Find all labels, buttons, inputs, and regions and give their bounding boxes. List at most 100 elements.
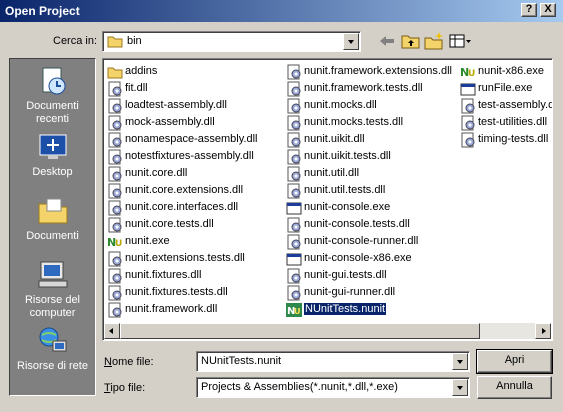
filetype-dropdown-button[interactable] (452, 379, 468, 396)
file-item[interactable]: runFile.exe (458, 80, 552, 97)
place-documents[interactable]: Documenti (10, 195, 95, 243)
close-button[interactable]: X (540, 3, 556, 17)
file-item[interactable]: addins (105, 63, 285, 80)
file-name: test-utilities.dll (478, 116, 548, 128)
file-item[interactable]: nunit.mocks.dll (284, 97, 460, 114)
file-item[interactable]: nunit.util.tests.dll (284, 182, 460, 199)
help-button[interactable]: ? (521, 3, 537, 17)
file-item[interactable]: timing-tests.dll (458, 131, 552, 148)
file-item[interactable]: nunit.util.dll (284, 165, 460, 182)
filename-label-accel: N (104, 356, 112, 368)
dll-file-icon (108, 285, 122, 301)
file-name: nunit.uikit.tests.dll (304, 150, 391, 162)
file-item[interactable]: nunit-console.tests.dll (284, 216, 460, 233)
file-item[interactable]: nunit-gui-runner.dll (284, 284, 460, 301)
file-name: nunit.exe (125, 235, 170, 247)
file-item[interactable]: N Ununit-x86.exe (458, 63, 552, 80)
file-column-3: N Ununit-x86.exe runFile.exe test-assembly.… (458, 63, 552, 148)
file-name: nunit.framework.extensions.dll (304, 65, 452, 77)
file-list[interactable]: addins fit.dll loadtest-assembly.dll mock-a… (102, 58, 553, 341)
file-item[interactable]: loadtest-assembly.dll (105, 97, 285, 114)
places-bar: Documenti recenti Desktop Documenti Riso… (9, 58, 96, 396)
file-item[interactable]: nunit-gui.tests.dll (284, 267, 460, 284)
dll-file-icon (108, 81, 122, 97)
place-desktop[interactable]: Desktop (10, 131, 95, 179)
filetype-combo[interactable]: Projects & Assemblies(*.nunit,*.dll,*.ex… (196, 377, 470, 398)
lookin-dropdown-button[interactable] (343, 33, 359, 50)
file-name: timing-tests.dll (478, 133, 549, 145)
dll-file-icon (287, 132, 301, 148)
file-item[interactable]: nunit-console-x86.exe (284, 250, 460, 267)
file-item[interactable]: notestfixtures-assembly.dll (105, 148, 285, 165)
file-item-selected[interactable]: N U NUnitTests.nunit (284, 301, 460, 318)
dll-file-icon (461, 98, 475, 114)
file-item[interactable]: mock-assembly.dll (105, 114, 285, 131)
place-network[interactable]: Risorse di rete (10, 325, 95, 373)
horizontal-scrollbar[interactable] (104, 323, 551, 339)
file-name: mock-assembly.dll (125, 116, 215, 128)
nunit-app-icon: NU (460, 66, 475, 79)
file-item[interactable]: test-utilities.dll (458, 114, 552, 131)
open-button[interactable]: Apri (476, 349, 553, 374)
filetype-label: Tipo file: (104, 382, 145, 394)
dll-file-icon (108, 149, 122, 165)
file-item[interactable]: nonamespace-assembly.dll (105, 131, 285, 148)
file-item[interactable]: nunit.framework.extensions.dll (284, 63, 460, 80)
back-icon[interactable] (376, 31, 398, 51)
place-recent-documents[interactable]: Documenti recenti (10, 65, 95, 126)
file-item[interactable]: nunit.uikit.tests.dll (284, 148, 460, 165)
file-item[interactable]: nunit.framework.dll (105, 301, 285, 318)
dll-file-icon (287, 166, 301, 182)
file-item[interactable]: test-assembly.dll (458, 97, 552, 114)
file-name: NUnitTests.nunit (302, 302, 388, 316)
scroll-left-button[interactable] (104, 323, 120, 339)
file-item[interactable]: nunit.fixtures.dll (105, 267, 285, 284)
file-item[interactable]: nunit.mocks.tests.dll (284, 114, 460, 131)
dll-file-icon (287, 98, 301, 114)
dll-file-icon (108, 200, 122, 216)
filename-dropdown-button[interactable] (452, 353, 468, 370)
file-item[interactable]: nunit.core.dll (105, 165, 285, 182)
file-name: nunit.core.dll (125, 167, 188, 179)
dll-file-icon (287, 217, 301, 233)
up-folder-icon[interactable] (400, 31, 422, 51)
dll-file-icon (287, 115, 301, 131)
nunit-app-icon: NU (107, 236, 122, 249)
dll-file-icon (287, 268, 301, 284)
cancel-button[interactable]: Annulla (477, 376, 552, 399)
file-name: fit.dll (125, 82, 148, 94)
svg-text:U: U (468, 69, 475, 79)
dll-file-icon (287, 64, 301, 80)
file-item[interactable]: nunit.uikit.dll (284, 131, 460, 148)
place-my-computer[interactable]: Risorse del computer (10, 259, 95, 320)
view-menu-icon[interactable] (447, 31, 473, 51)
filename-input[interactable]: NUnitTests.nunit (201, 355, 281, 367)
filename-combo[interactable]: NUnitTests.nunit (196, 351, 470, 372)
scroll-thumb[interactable] (120, 323, 480, 339)
lookin-combo[interactable]: bin (102, 31, 361, 52)
new-folder-icon[interactable] (423, 31, 445, 51)
dll-file-icon (108, 132, 122, 148)
file-item[interactable]: nunit.extensions.tests.dll (105, 250, 285, 267)
place-label: Risorse di rete (17, 360, 88, 372)
file-item[interactable]: nunit.core.interfaces.dll (105, 199, 285, 216)
file-item[interactable]: N Ununit.exe (105, 233, 285, 250)
file-item[interactable]: nunit.framework.tests.dll (284, 80, 460, 97)
filetype-label-rest: ipo file: (110, 382, 146, 394)
file-column-1: addins fit.dll loadtest-assembly.dll mock-a… (105, 63, 285, 318)
dll-file-icon (108, 251, 122, 267)
dll-file-icon (108, 98, 122, 114)
file-item[interactable]: nunit.fixtures.tests.dll (105, 284, 285, 301)
file-name: nonamespace-assembly.dll (125, 133, 258, 145)
file-name: nunit.uikit.dll (304, 133, 365, 145)
dll-file-icon (287, 234, 301, 250)
file-item[interactable]: nunit.core.extensions.dll (105, 182, 285, 199)
scroll-right-button[interactable] (535, 323, 551, 339)
file-item[interactable]: fit.dll (105, 80, 285, 97)
title-bar: Open Project ? X (0, 0, 563, 22)
file-item[interactable]: nunit-console.exe (284, 199, 460, 216)
file-item[interactable]: nunit.core.tests.dll (105, 216, 285, 233)
file-name: nunit.framework.dll (125, 303, 218, 315)
file-item[interactable]: nunit-console-runner.dll (284, 233, 460, 250)
file-name: nunit-console-x86.exe (304, 252, 412, 264)
